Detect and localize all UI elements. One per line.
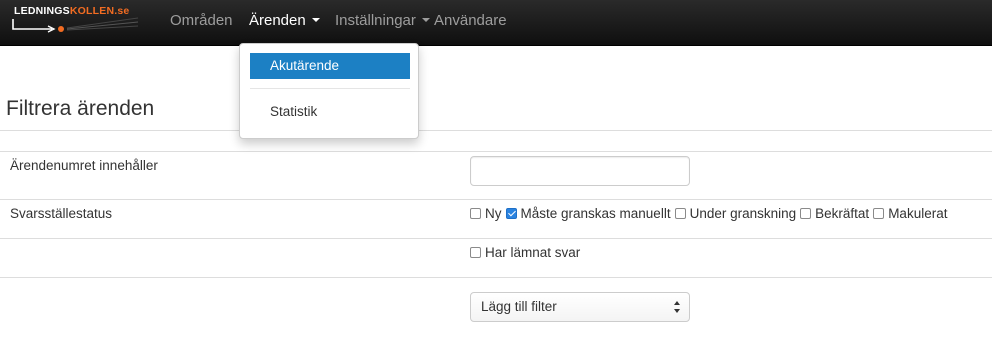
menu-item-akutarende[interactable]: Akutärende	[250, 53, 410, 79]
divider	[0, 238, 992, 239]
divider	[0, 199, 992, 200]
status-checkbox-group: Ny Måste granskas manuellt Under granskn…	[470, 206, 951, 221]
status-checkbox-group-2: Har lämnat svar	[470, 245, 584, 260]
arenden-dropdown-menu: Akutärende Statistik	[239, 43, 419, 139]
status-option-maste-granskas[interactable]: Måste granskas manuellt	[505, 206, 671, 221]
nav-arenden-dropdown[interactable]: Ärenden	[249, 0, 320, 46]
status-option-label: Under granskning	[689, 206, 797, 221]
status-option-label: Makulerat	[888, 206, 948, 221]
checkbox[interactable]	[470, 208, 481, 219]
checkbox-checked[interactable]	[505, 208, 517, 219]
case-number-input[interactable]	[470, 156, 690, 186]
status-option-label: Bekräftat	[815, 206, 870, 221]
caret-down-icon	[421, 18, 430, 23]
nav-anvandare[interactable]: Användare	[434, 0, 507, 46]
logo-cable-icon	[12, 17, 139, 33]
menu-item-statistik[interactable]: Statistik	[250, 99, 410, 125]
caret-down-icon	[311, 18, 320, 23]
ledningskollen-logo[interactable]: LEDNINGSKOLLEN.se	[12, 4, 142, 34]
checkbox[interactable]	[674, 208, 686, 219]
menu-divider	[250, 88, 410, 89]
add-filter-selected-value: Lägg till filter	[481, 299, 557, 314]
add-filter-select[interactable]: Lägg till filter	[470, 292, 690, 322]
logo-text-part1: LEDNINGS	[14, 5, 70, 17]
status-option-label: Måste granskas manuellt	[520, 206, 671, 221]
status-option-makulerat[interactable]: Makulerat	[873, 206, 947, 221]
nav-installningar-dropdown[interactable]: Inställningar	[335, 0, 430, 46]
checkbox[interactable]	[470, 247, 481, 258]
select-updown-icon	[674, 301, 681, 313]
status-option-label: Ny	[485, 206, 502, 221]
logo-text-part3: .se	[114, 5, 130, 17]
status-option-har-lamnat-svar[interactable]: Har lämnat svar	[470, 245, 580, 260]
nav-omraden[interactable]: Områden	[170, 0, 233, 46]
status-option-ny[interactable]: Ny	[470, 206, 502, 221]
case-number-label: Ärendenumret innehåller	[10, 158, 158, 173]
status-option-under-granskning[interactable]: Under granskning	[674, 206, 797, 221]
divider	[0, 130, 992, 131]
status-option-label: Har lämnat svar	[485, 245, 581, 260]
nav-arenden-label: Ärenden	[249, 12, 306, 29]
checkbox[interactable]	[800, 208, 812, 219]
status-label: Svarsställestatus	[10, 206, 113, 221]
nav-installningar-label: Inställningar	[335, 12, 416, 29]
status-option-bekraftat[interactable]: Bekräftat	[800, 206, 869, 221]
logo-text-part2: KOLLEN	[69, 5, 115, 17]
divider	[0, 277, 992, 278]
top-navbar: LEDNINGSKOLLEN.se Områden Ärenden Instäl…	[0, 0, 992, 46]
divider	[0, 151, 992, 152]
page-title: Filtrera ärenden	[6, 97, 155, 120]
checkbox[interactable]	[873, 208, 885, 219]
